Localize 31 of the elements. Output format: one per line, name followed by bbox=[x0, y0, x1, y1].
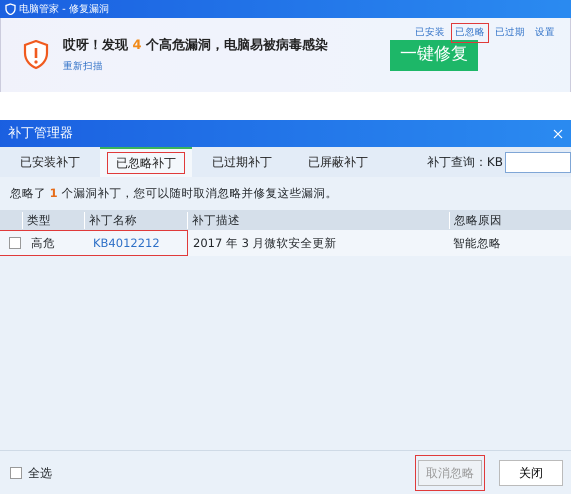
nav-link[interactable]: 已安装 bbox=[412, 24, 448, 42]
tab[interactable]: 已过期补丁 bbox=[196, 147, 288, 177]
column-header: 类型 bbox=[22, 212, 84, 229]
table-cell-text: 高危 bbox=[31, 234, 56, 252]
rescan-link[interactable]: 重新扫描 bbox=[63, 60, 103, 72]
window-title: 补丁管理器 bbox=[8, 124, 73, 143]
column-header: 补丁描述 bbox=[187, 212, 449, 229]
tab[interactable]: 已忽略补丁 bbox=[100, 147, 192, 177]
search-field[interactable] bbox=[505, 152, 571, 172]
search-label: 补丁查询：KB bbox=[426, 154, 503, 171]
fix-button[interactable]: 一键修复 bbox=[390, 40, 478, 70]
column-header: 忽略原因 bbox=[449, 212, 571, 229]
alert-message: 哎呀！发现 4 个高危漏洞，电脑易被病毒感染 bbox=[63, 36, 328, 56]
patch-link[interactable]: KB4012212 bbox=[93, 234, 160, 252]
info-text: 忽略了 1 个漏洞补丁，您可以随时取消忽略并修复这些漏洞。 bbox=[9, 185, 338, 202]
nav-link[interactable]: 设置 bbox=[532, 24, 558, 42]
close-icon[interactable] bbox=[553, 128, 563, 138]
table-cell-text: 智能忽略 bbox=[452, 234, 502, 252]
checkbox-label: 全选 bbox=[28, 464, 52, 482]
shield-icon bbox=[5, 3, 16, 15]
window-title: 电脑管家 - 修复漏洞 bbox=[19, 2, 109, 16]
checkbox[interactable] bbox=[10, 466, 22, 478]
button[interactable]: 关闭 bbox=[499, 460, 563, 486]
checkbox[interactable] bbox=[9, 237, 21, 250]
warning-shield-icon bbox=[23, 40, 49, 70]
tab[interactable]: 已屏蔽补丁 bbox=[292, 147, 384, 177]
nav-link[interactable]: 已过期 bbox=[492, 24, 528, 42]
nav-link[interactable]: 已忽略 bbox=[452, 24, 488, 42]
column-header: 补丁名称 bbox=[84, 212, 187, 229]
tab[interactable]: 已安装补丁 bbox=[4, 147, 96, 177]
table-cell-text: 2017 年 3 月微软安全更新 bbox=[192, 234, 338, 252]
